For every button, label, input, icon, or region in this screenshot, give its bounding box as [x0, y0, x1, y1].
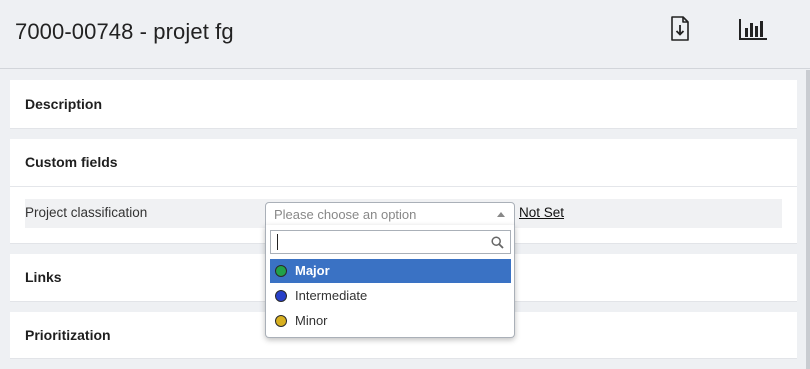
- scrollbar[interactable]: [806, 70, 810, 369]
- blue-dot-icon: [275, 290, 287, 302]
- classification-select[interactable]: Please choose an option: [265, 202, 515, 226]
- caret-up-icon: [497, 212, 505, 217]
- search-icon: [491, 236, 504, 249]
- description-panel[interactable]: Description: [10, 80, 797, 129]
- select-placeholder: Please choose an option: [274, 207, 417, 222]
- project-classification-label: Project classification: [25, 205, 148, 220]
- custom-fields-title: Custom fields: [25, 154, 118, 170]
- bar-chart-icon[interactable]: [737, 15, 767, 43]
- yellow-dot-icon: [275, 315, 287, 327]
- description-title: Description: [25, 96, 103, 112]
- option-minor[interactable]: Minor: [270, 309, 511, 333]
- panel-divider: [10, 186, 797, 187]
- dropdown-search-box[interactable]: [270, 230, 511, 254]
- classification-dropdown: Major Intermediate Minor: [265, 225, 515, 338]
- option-label: Major: [295, 263, 330, 278]
- option-major[interactable]: Major: [270, 259, 511, 283]
- dropdown-search-input[interactable]: [277, 234, 477, 250]
- option-intermediate[interactable]: Intermediate: [270, 284, 511, 308]
- green-dot-icon: [275, 265, 287, 277]
- prioritization-title: Prioritization: [25, 327, 111, 343]
- option-label: Intermediate: [295, 288, 368, 303]
- classification-status-link[interactable]: Not Set: [519, 205, 564, 220]
- page-header: 7000-00748 - projet fg: [0, 0, 810, 69]
- links-title: Links: [25, 269, 62, 285]
- page-title: 7000-00748 - projet fg: [15, 19, 234, 44]
- file-download-icon[interactable]: [667, 15, 693, 43]
- option-label: Minor: [295, 313, 328, 328]
